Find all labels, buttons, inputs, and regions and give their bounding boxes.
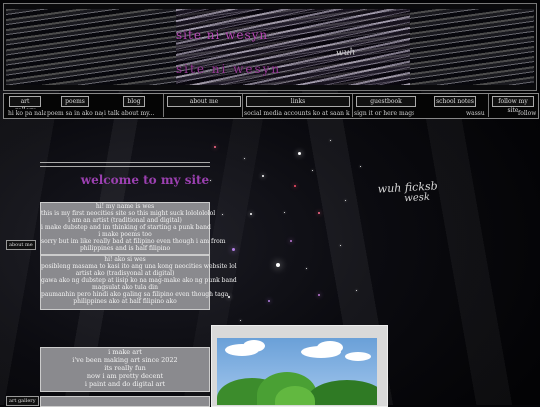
intro-line: posibleng masama to kasi ito ang una kon…	[41, 263, 237, 270]
art-line: i paint and do digital art	[84, 380, 166, 388]
star-dot	[312, 170, 313, 171]
intro-line: magsulat ako tula din	[92, 284, 158, 291]
nav-follow-my-site[interactable]: follow my site	[492, 96, 534, 114]
nav-divider	[242, 94, 243, 117]
nav-links[interactable]: links	[246, 96, 350, 107]
nav-school-notes[interactable]: school notes	[434, 96, 476, 107]
star-dot	[268, 300, 270, 302]
nav-desc-guestbook: sign it or here magsuli	[354, 109, 414, 118]
nav-desc-poems: poem sa in ako nagsusulat	[47, 109, 103, 118]
star-dot	[306, 268, 307, 269]
nav-desc-follow: follow	[518, 109, 536, 118]
nav-desc-school-notes: wassu i	[466, 109, 486, 118]
art-box-footer	[40, 396, 210, 407]
painting-image	[217, 338, 377, 405]
handwriting-line: wesk	[404, 191, 431, 205]
nav-about-me[interactable]: about me	[167, 96, 241, 107]
star-dot	[360, 166, 361, 167]
nav-divider	[352, 94, 353, 117]
star-dot	[330, 140, 331, 141]
intro-line: hi! my name is wes	[95, 203, 155, 210]
nav-poems[interactable]: poems	[61, 96, 89, 107]
star-dot	[262, 175, 264, 177]
nav-desc-art-gallery: hi ko pa nalal...	[8, 109, 46, 118]
nav-divider	[488, 94, 489, 117]
nav-desc-blog: i talk about my...	[104, 109, 162, 118]
intro-line: gawa ako ng dubstep at iisip ko na mag-m…	[41, 277, 237, 284]
header-scribble: wuh	[335, 47, 356, 59]
star-dot	[340, 245, 341, 246]
nav-divider	[163, 94, 164, 117]
art-line: i make art	[108, 348, 142, 356]
intro-line: philippines ako at half filipino ako	[73, 298, 177, 305]
star-dot	[228, 296, 230, 298]
nav-desc-links: social media accounts ko at saan ko nagp…	[244, 109, 350, 118]
intro-line: i make dubstep and im thinking of starti…	[41, 224, 211, 231]
star-dot	[318, 212, 320, 214]
intro-line: paumanhin pero hindi ako galing sa filip…	[41, 291, 229, 298]
welcome-title: welcome to my site	[80, 173, 210, 187]
nav-blog[interactable]: blog	[123, 96, 145, 107]
star-dot	[345, 200, 346, 201]
intro-line: philippines and is half filipino	[79, 245, 171, 252]
art-line: its really fun	[104, 364, 146, 372]
intro-english-box: hi! my name is wes this is my first neoc…	[40, 202, 226, 255]
star-dot	[294, 185, 296, 187]
star-dot	[298, 152, 301, 155]
nav-art-gallery[interactable]: art gallery	[9, 96, 41, 114]
star-dot	[290, 240, 292, 242]
intro-line: artist ako (tradisyonal at digital)	[75, 270, 175, 277]
divider-line	[40, 166, 210, 167]
art-about-box: i make art i've been making art since 20…	[40, 347, 210, 392]
site-title: site ni wesyn	[176, 28, 269, 42]
handwritten-signature: wuh ficksb wesk	[377, 179, 438, 205]
site-title-echo: site ni wesyn	[176, 62, 282, 76]
art-line: i've been making art since 2022	[72, 356, 178, 364]
star-dot	[240, 320, 241, 321]
star-dot	[284, 212, 285, 213]
intro-line: i make poems too	[98, 231, 152, 238]
art-line: now i am pretty decent	[86, 372, 164, 380]
intro-line: i am an artist (traditional and digital)	[68, 217, 182, 224]
star-dot	[232, 248, 235, 251]
intro-line: hi! ako si wes	[104, 256, 146, 263]
star-dot	[250, 213, 252, 215]
star-dot	[214, 146, 216, 148]
star-dot	[356, 290, 357, 291]
intro-line: this is my first neocities site so this …	[41, 210, 216, 217]
side-about-me-button[interactable]: about me	[6, 240, 36, 250]
intro-line: sorry but im like really bad at filipino…	[41, 238, 226, 245]
star-dot	[318, 294, 320, 296]
nav-guestbook[interactable]: guestbook	[356, 96, 416, 107]
divider-line	[40, 162, 210, 163]
intro-filipino-box: hi! ako si wes posibleng masama to kasi …	[40, 255, 237, 310]
star-dot	[244, 158, 245, 159]
star-dot	[276, 263, 280, 267]
star-dot	[222, 214, 223, 215]
